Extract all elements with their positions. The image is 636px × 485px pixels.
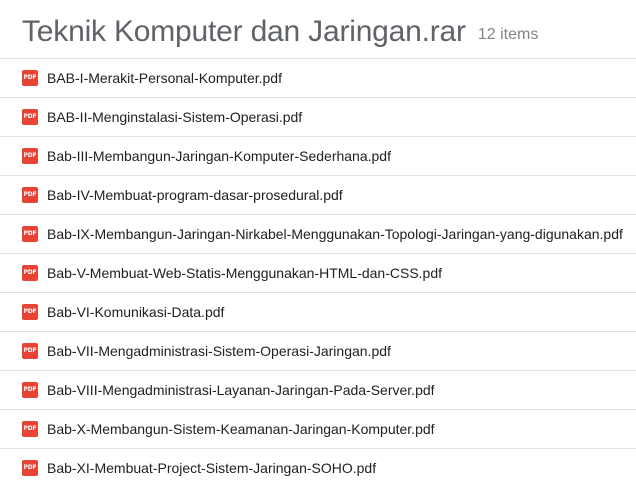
file-name: BAB-I-Merakit-Personal-Komputer.pdf [47, 70, 282, 86]
file-row[interactable]: PDF Bab-IX-Membangun-Jaringan-Nirkabel-M… [0, 215, 636, 254]
pdf-icon: PDF [22, 382, 38, 398]
file-row[interactable]: PDF Bab-VI-Komunikasi-Data.pdf [0, 293, 636, 332]
pdf-icon: PDF [22, 304, 38, 320]
pdf-icon: PDF [22, 226, 38, 242]
pdf-icon: PDF [22, 265, 38, 281]
pdf-icon: PDF [22, 460, 38, 476]
file-name: Bab-III-Membangun-Jaringan-Komputer-Sede… [47, 148, 391, 164]
archive-title: Teknik Komputer dan Jaringan.rar [22, 15, 466, 48]
file-row[interactable]: PDF Bab-X-Membangun-Sistem-Keamanan-Jari… [0, 410, 636, 449]
file-row[interactable]: PDF Bab-III-Membangun-Jaringan-Komputer-… [0, 137, 636, 176]
file-name: Bab-VII-Mengadministrasi-Sistem-Operasi-… [47, 343, 391, 359]
pdf-icon: PDF [22, 421, 38, 437]
file-name: Bab-X-Membangun-Sistem-Keamanan-Jaringan… [47, 421, 435, 437]
file-row[interactable]: PDF Bab-IV-Membuat-program-dasar-prosedu… [0, 176, 636, 215]
file-row[interactable]: PDF Bab-VII-Mengadministrasi-Sistem-Oper… [0, 332, 636, 371]
archive-viewer: Teknik Komputer dan Jaringan.rar 12 item… [0, 0, 636, 485]
pdf-icon: PDF [22, 109, 38, 125]
pdf-icon: PDF [22, 70, 38, 86]
item-count: 12 items [477, 26, 539, 43]
file-name: Bab-VIII-Mengadministrasi-Layanan-Jaring… [47, 382, 435, 398]
file-row[interactable]: PDF Bab-V-Membuat-Web-Statis-Menggunakan… [0, 254, 636, 293]
pdf-icon: PDF [22, 343, 38, 359]
file-row[interactable]: PDF Bab-XI-Membuat-Project-Sistem-Jaring… [0, 449, 636, 485]
file-name: BAB-II-Menginstalasi-Sistem-Operasi.pdf [47, 109, 303, 125]
pdf-icon: PDF [22, 148, 38, 164]
file-list: PDF BAB-I-Merakit-Personal-Komputer.pdf … [0, 58, 636, 485]
file-name: Bab-XI-Membuat-Project-Sistem-Jaringan-S… [47, 460, 377, 476]
file-name: Bab-VI-Komunikasi-Data.pdf [47, 304, 225, 320]
file-name: Bab-V-Membuat-Web-Statis-Menggunakan-HTM… [47, 265, 443, 281]
file-row[interactable]: PDF BAB-I-Merakit-Personal-Komputer.pdf [0, 59, 636, 98]
file-name: Bab-IX-Membangun-Jaringan-Nirkabel-Mengg… [47, 226, 623, 242]
pdf-icon: PDF [22, 187, 38, 203]
file-row[interactable]: PDF BAB-II-Menginstalasi-Sistem-Operasi.… [0, 98, 636, 137]
file-name: Bab-IV-Membuat-program-dasar-prosedural.… [47, 187, 343, 203]
file-row[interactable]: PDF Bab-VIII-Mengadministrasi-Layanan-Ja… [0, 371, 636, 410]
archive-header: Teknik Komputer dan Jaringan.rar 12 item… [22, 6, 636, 58]
